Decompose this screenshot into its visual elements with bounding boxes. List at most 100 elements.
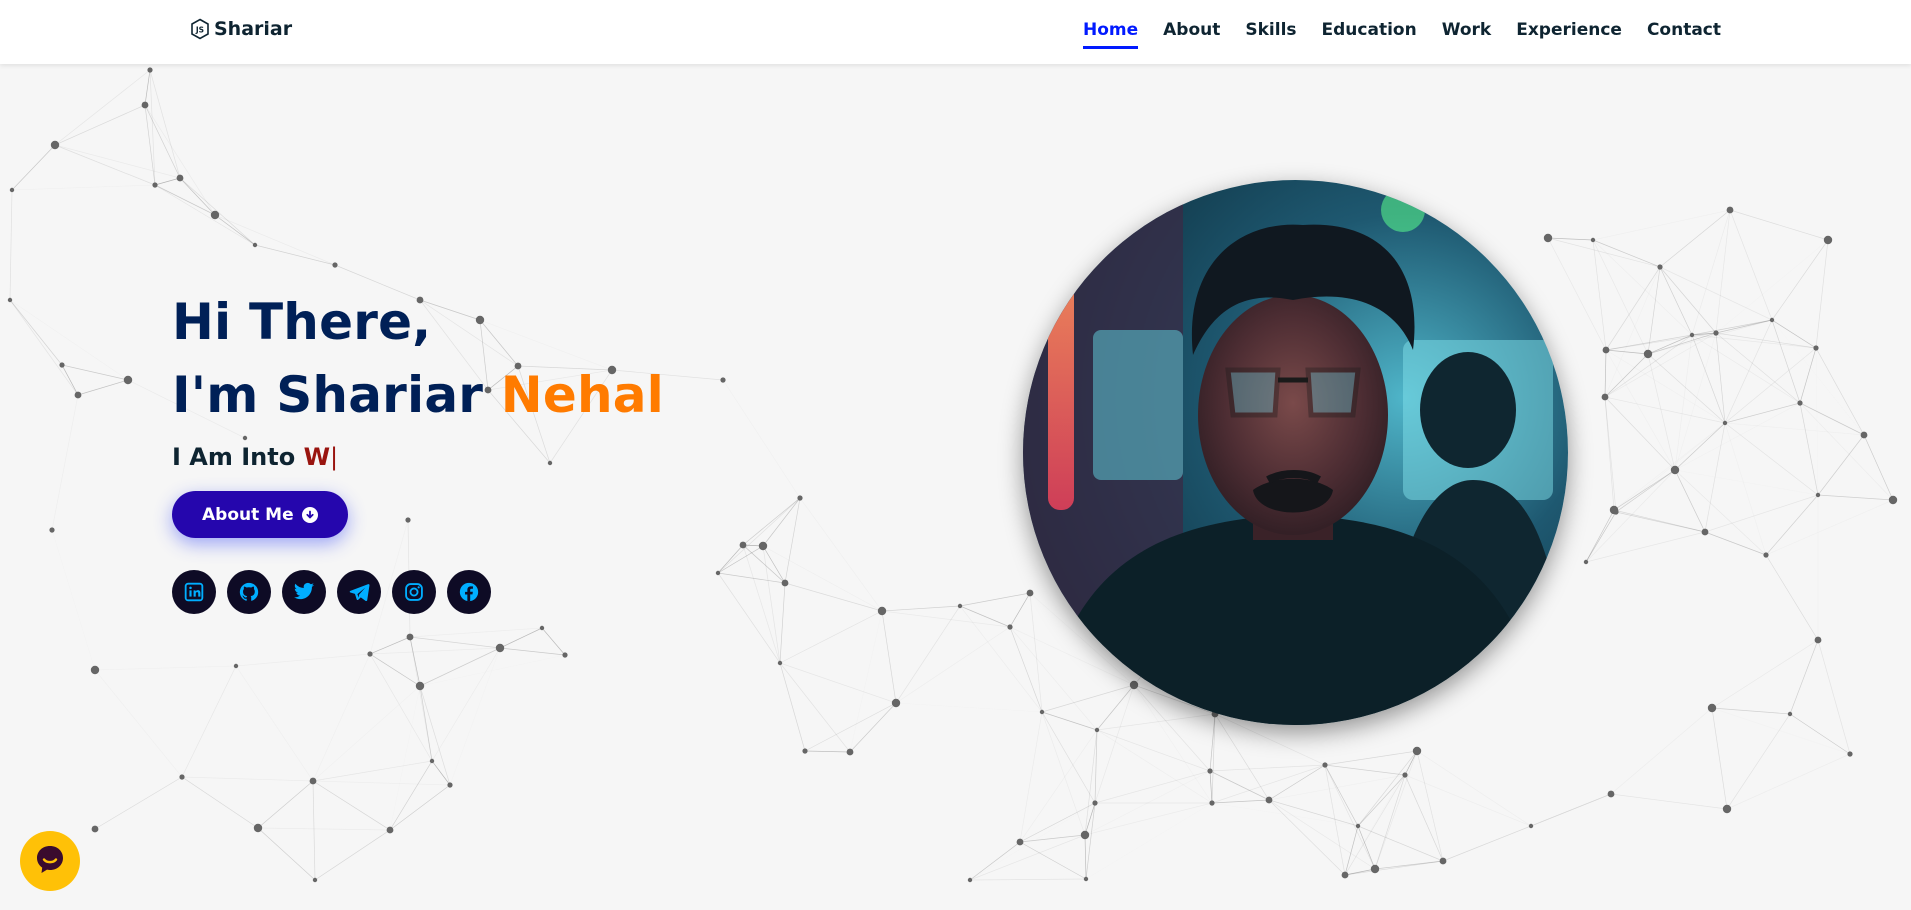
facebook-link[interactable] bbox=[447, 570, 491, 614]
network-line bbox=[214, 214, 336, 266]
network-node bbox=[846, 748, 854, 756]
network-node bbox=[891, 698, 901, 708]
typing-line: I Am Into W| bbox=[172, 443, 664, 471]
network-line bbox=[779, 610, 883, 664]
network-line bbox=[1817, 434, 1865, 496]
network-line bbox=[1604, 349, 1607, 398]
network-line bbox=[1815, 347, 1865, 436]
network-line bbox=[52, 530, 95, 670]
network-line bbox=[10, 300, 128, 380]
github-icon bbox=[238, 581, 260, 603]
network-node bbox=[1543, 233, 1553, 243]
network-line bbox=[179, 177, 256, 246]
network-node bbox=[1813, 345, 1819, 351]
network-line bbox=[1324, 764, 1359, 827]
network-line bbox=[717, 572, 781, 664]
network-line bbox=[969, 834, 1086, 881]
typing-prefix: I Am Into bbox=[172, 443, 304, 471]
network-line bbox=[1799, 402, 1894, 501]
network-line bbox=[1585, 509, 1615, 563]
network-node bbox=[1726, 206, 1734, 214]
github-link[interactable] bbox=[227, 570, 271, 614]
linkedin-icon bbox=[184, 582, 204, 602]
nav-education[interactable]: Education bbox=[1322, 20, 1417, 49]
linkedin-link[interactable] bbox=[172, 570, 216, 614]
network-line bbox=[1863, 434, 1894, 501]
network-line bbox=[54, 144, 156, 186]
network-line bbox=[409, 627, 543, 638]
about-me-button[interactable]: About Me bbox=[172, 491, 348, 538]
network-line bbox=[804, 750, 851, 753]
network-node bbox=[252, 242, 258, 248]
network-line bbox=[970, 803, 1095, 880]
network-line bbox=[312, 780, 316, 881]
network-line bbox=[1704, 531, 1767, 556]
network-node bbox=[152, 182, 158, 188]
network-line bbox=[1789, 713, 1851, 755]
network-node bbox=[1355, 823, 1361, 829]
network-line bbox=[1041, 711, 1096, 804]
nav-work[interactable]: Work bbox=[1442, 20, 1492, 49]
instagram-link[interactable] bbox=[392, 570, 436, 614]
chat-widget-button[interactable] bbox=[20, 831, 80, 891]
network-node bbox=[1722, 420, 1728, 426]
network-line bbox=[1357, 825, 1444, 862]
network-line bbox=[1724, 422, 1819, 496]
network-line bbox=[94, 669, 183, 778]
network-line bbox=[1096, 684, 1135, 731]
network-line bbox=[799, 497, 883, 612]
logo[interactable]: JS Shariar bbox=[190, 18, 292, 40]
network-line bbox=[1712, 708, 1850, 754]
network-line bbox=[1041, 711, 1098, 731]
network-line bbox=[154, 184, 216, 216]
network-line bbox=[1416, 750, 1532, 827]
network-line bbox=[389, 784, 451, 831]
network-line bbox=[181, 776, 314, 782]
nav-home[interactable]: Home bbox=[1082, 20, 1139, 49]
network-line bbox=[1715, 332, 1726, 424]
network-node bbox=[176, 174, 184, 182]
nav-skills[interactable]: Skills bbox=[1245, 20, 1296, 49]
network-node bbox=[1860, 431, 1868, 439]
nav-about[interactable]: About bbox=[1163, 20, 1220, 49]
network-line bbox=[1096, 729, 1211, 772]
network-line bbox=[1096, 729, 1213, 804]
network-line bbox=[54, 144, 181, 179]
greeting-name-accent: Nehal bbox=[500, 365, 665, 424]
network-line bbox=[779, 662, 806, 752]
nav-contact[interactable]: Contact bbox=[1647, 20, 1721, 49]
network-line bbox=[409, 636, 501, 649]
network-node bbox=[1689, 332, 1695, 338]
network-line bbox=[1374, 774, 1406, 870]
network-line bbox=[9, 299, 63, 366]
network-line bbox=[1605, 266, 1661, 351]
network-line bbox=[1799, 347, 1817, 404]
network-line bbox=[541, 627, 566, 656]
network-line bbox=[1674, 469, 1767, 556]
twitter-link[interactable] bbox=[282, 570, 326, 614]
nav-experience[interactable]: Experience bbox=[1516, 20, 1622, 49]
network-line bbox=[312, 780, 391, 831]
network-line bbox=[762, 497, 801, 547]
network-line bbox=[154, 184, 256, 246]
network-line bbox=[313, 686, 420, 781]
network-node bbox=[562, 652, 568, 658]
network-line bbox=[1585, 531, 1706, 563]
network-line bbox=[94, 776, 183, 830]
network-node bbox=[50, 140, 60, 150]
network-node bbox=[1590, 237, 1596, 243]
network-line bbox=[1771, 319, 1801, 404]
network-line bbox=[1592, 209, 1731, 241]
network-line bbox=[1799, 402, 1819, 496]
network-node bbox=[1265, 796, 1273, 804]
network-line bbox=[95, 666, 236, 670]
network-node bbox=[539, 625, 545, 631]
network-line bbox=[1711, 707, 1791, 715]
network-line bbox=[1442, 825, 1532, 862]
network-line bbox=[154, 177, 181, 186]
network-line bbox=[1324, 750, 1418, 766]
telegram-link[interactable] bbox=[337, 570, 381, 614]
network-line bbox=[389, 760, 433, 831]
network-node bbox=[1707, 703, 1717, 713]
network-node bbox=[1847, 751, 1853, 757]
